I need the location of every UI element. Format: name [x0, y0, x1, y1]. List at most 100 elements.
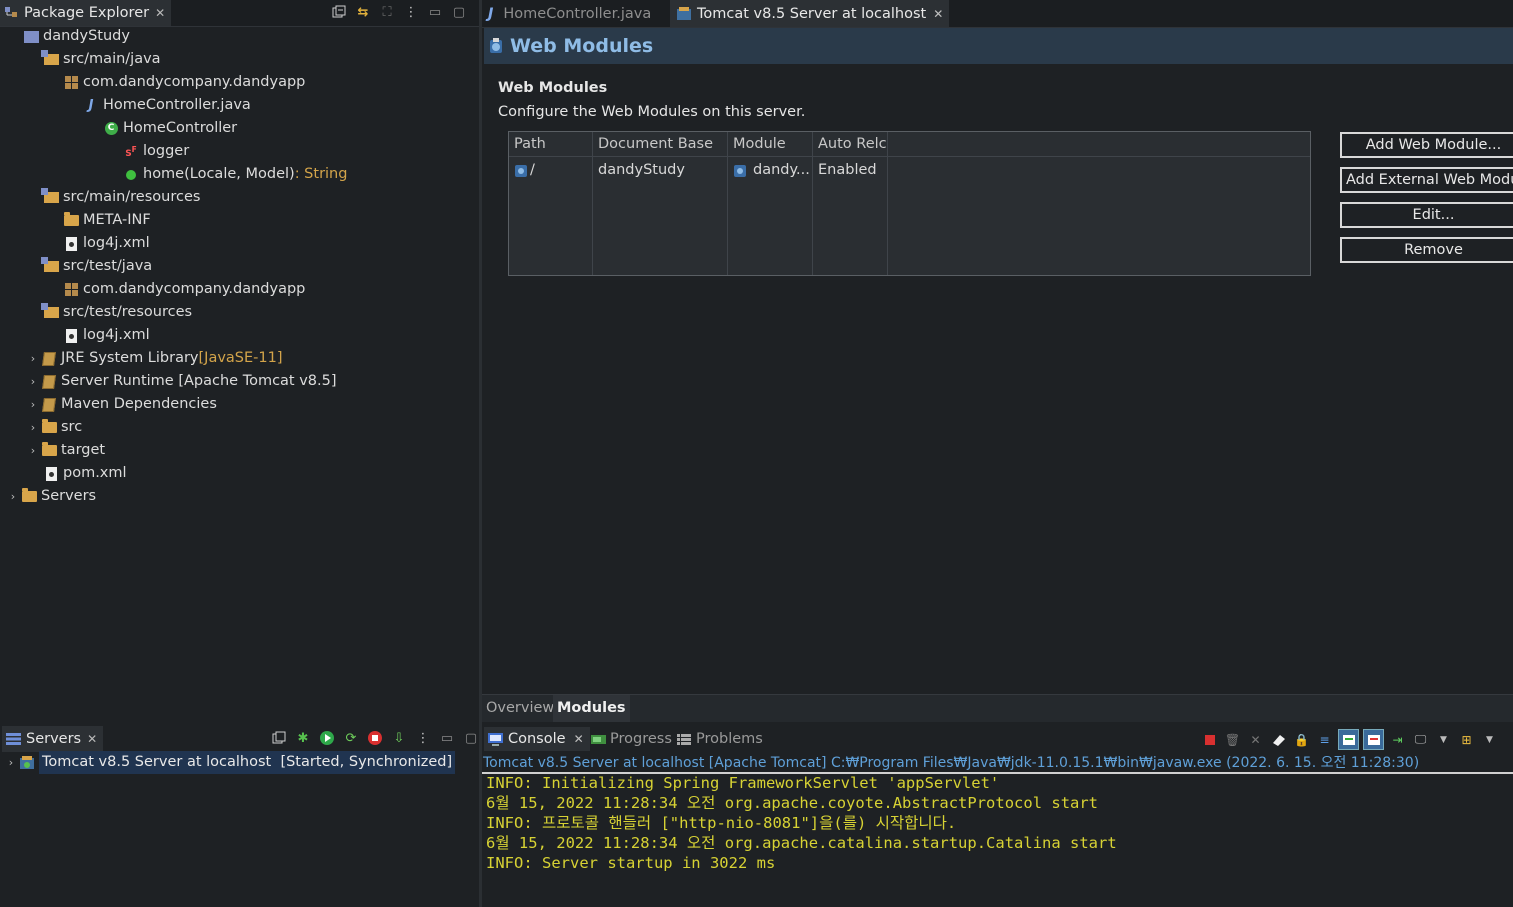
view-menu-icon[interactable]: ⋮	[414, 728, 432, 748]
tree-item[interactable]: src/test/java	[40, 255, 153, 278]
profile-icon[interactable]: ⟳	[342, 728, 360, 748]
expand-icon[interactable]: ›	[26, 347, 40, 370]
column-header-document-base[interactable]: Document Base	[593, 132, 728, 156]
progress-icon	[591, 734, 606, 745]
tab-servers[interactable]: Servers ✕	[2, 726, 104, 752]
tree-item[interactable]: log4j.xml	[62, 232, 150, 255]
tab-tomcat-server[interactable]: Tomcat v8.5 Server at localhost ✕	[670, 0, 950, 27]
console-view: Console ✕ Progress Problems 🗑 ✕ 🔒 ≡ ⇥ 🖵 …	[482, 722, 1513, 907]
tree-item[interactable]: › JRE System Library [JavaSE-11]	[26, 347, 283, 370]
minimize-icon[interactable]: ▭	[426, 2, 444, 22]
view-menu-icon[interactable]: ⋮	[402, 2, 420, 22]
start-icon[interactable]	[318, 728, 336, 748]
expand-icon[interactable]: ›	[6, 485, 20, 508]
column-divider	[592, 132, 593, 275]
xml-file-icon	[62, 327, 80, 345]
close-icon[interactable]: ✕	[87, 732, 97, 746]
close-icon[interactable]: ✕	[155, 6, 165, 20]
collapse-all-icon[interactable]	[270, 728, 288, 748]
expand-icon[interactable]: ›	[4, 751, 18, 774]
tree-item[interactable]: META-INF	[62, 209, 151, 232]
maximize-icon[interactable]: ▢	[450, 2, 468, 22]
tree-item[interactable]: src/main/resources	[40, 186, 200, 209]
tab-console[interactable]: Console ✕	[484, 727, 590, 751]
tree-item-label: HomeController.java	[103, 97, 251, 113]
tomcat-server-icon	[676, 6, 692, 22]
folder-icon	[20, 488, 38, 506]
tree-item-label: pom.xml	[63, 465, 127, 481]
console-line: INFO: Server startup in 3022 ms	[486, 854, 776, 872]
tree-item[interactable]: home(Locale, Model) : String	[122, 163, 347, 186]
add-external-web-module-button[interactable]: Add External Web Module	[1340, 167, 1513, 193]
scroll-lock-icon[interactable]: 🔒	[1292, 730, 1311, 749]
tree-item-label: src/test/java	[63, 258, 153, 274]
tab-home-controller[interactable]: J HomeController.java	[482, 0, 657, 27]
tree-item[interactable]: C HomeController	[102, 117, 237, 140]
close-icon[interactable]: ✕	[574, 727, 584, 751]
remove-button[interactable]: Remove	[1340, 237, 1513, 263]
edit-button[interactable]: Edit...	[1340, 202, 1513, 228]
tree-item[interactable]: com.dandycompany.dandyapp	[62, 71, 305, 94]
tab-progress[interactable]: Progress	[591, 727, 672, 751]
remove-all-terminated-icon[interactable]: ✕	[1246, 730, 1265, 749]
console-output[interactable]: INFO: Initializing Spring FrameworkServl…	[486, 773, 1117, 873]
tree-item[interactable]: src/test/resources	[40, 301, 192, 324]
debug-icon[interactable]: ✱	[294, 728, 312, 748]
package-explorer-view: Package Explorer ✕ ⇆ ⛶ ⋮ ▭ ▢ dandyStudy s…	[0, 0, 482, 722]
column-header-module[interactable]: Module	[728, 132, 813, 156]
tree-item[interactable]: src/main/java	[40, 48, 161, 71]
show-on-stdout-icon[interactable]	[1338, 729, 1359, 750]
clear-console-icon[interactable]	[1269, 730, 1288, 749]
tree-item[interactable]: › Maven Dependencies	[26, 393, 217, 416]
maximize-icon[interactable]: ▢	[462, 728, 480, 748]
stop-icon[interactable]	[366, 728, 384, 748]
expand-icon[interactable]: ›	[26, 393, 40, 416]
xml-file-icon	[42, 465, 60, 483]
minimize-icon[interactable]: ▭	[438, 728, 456, 748]
tree-item[interactable]: › src	[26, 416, 82, 439]
tree-item[interactable]: dandyStudy	[22, 25, 130, 48]
remove-launch-icon[interactable]: 🗑	[1223, 730, 1242, 749]
web-modules-table[interactable]: Path Document Base Module Auto Relc / da…	[508, 131, 1311, 276]
library-icon	[40, 350, 58, 368]
expand-icon[interactable]: ›	[26, 439, 40, 462]
tree-item[interactable]: SF logger	[122, 140, 189, 163]
tree-item-label: home(Locale, Model)	[143, 166, 295, 182]
tree-item[interactable]: com.dandycompany.dandyapp	[62, 278, 305, 301]
server-label: Tomcat v8.5 Server at localhost [Started…	[39, 751, 456, 774]
pin-console-icon[interactable]: ⇥	[1388, 730, 1407, 749]
dropdown-icon[interactable]: ▼	[1480, 730, 1499, 749]
terminate-icon[interactable]	[1200, 730, 1219, 749]
tree-item[interactable]: pom.xml	[42, 462, 127, 485]
library-icon	[40, 373, 58, 391]
add-web-module-button[interactable]: Add Web Module...	[1340, 132, 1513, 158]
column-divider	[812, 132, 813, 275]
publish-icon[interactable]: ⇩	[390, 728, 408, 748]
expand-icon[interactable]: ›	[26, 370, 40, 393]
expand-icon[interactable]: ›	[26, 416, 40, 439]
display-console-icon[interactable]: 🖵	[1411, 730, 1430, 749]
open-console-icon[interactable]: ⊞	[1457, 730, 1476, 749]
focus-icon[interactable]: ⛶	[378, 2, 396, 22]
collapse-all-icon[interactable]	[330, 2, 348, 22]
tree-item-decoration: : String	[294, 166, 348, 182]
editor-page-tabs: Overview Modules	[482, 694, 1513, 723]
close-icon[interactable]: ✕	[933, 7, 943, 21]
tree-item[interactable]: log4j.xml	[62, 324, 150, 347]
dropdown-icon[interactable]: ▼	[1434, 730, 1453, 749]
tab-package-explorer[interactable]: Package Explorer ✕	[0, 0, 172, 26]
show-on-stderr-icon[interactable]	[1363, 729, 1384, 750]
tab-modules[interactable]: Modules	[553, 695, 630, 722]
tab-label: Progress	[610, 731, 672, 747]
tab-problems[interactable]: Problems	[677, 727, 763, 751]
column-header-path[interactable]: Path	[509, 132, 593, 156]
tree-item[interactable]: › target	[26, 439, 105, 462]
server-row[interactable]: › Tomcat v8.5 Server at localhost [Start…	[4, 751, 456, 774]
tree-item[interactable]: › Server Runtime [Apache Tomcat v8.5]	[26, 370, 337, 393]
column-header-auto-reload[interactable]: Auto Relc	[813, 132, 888, 156]
tree-item[interactable]: › Servers	[6, 485, 96, 508]
tab-overview[interactable]: Overview	[482, 695, 558, 722]
tree-item[interactable]: J HomeController.java	[82, 94, 251, 117]
link-with-editor-icon[interactable]: ⇆	[354, 2, 372, 22]
word-wrap-icon[interactable]: ≡	[1315, 730, 1334, 749]
